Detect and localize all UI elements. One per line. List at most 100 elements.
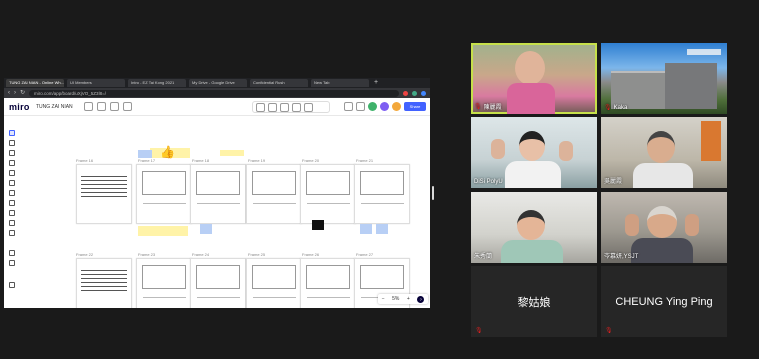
extension-icon[interactable] (412, 90, 417, 96)
browser-tab[interactable]: TUNG ZAI NIAN - Online Wh... (6, 79, 64, 87)
participant-video-tile[interactable]: 🎙 陳麗霞 (471, 43, 597, 114)
panel-icon[interactable] (9, 282, 15, 288)
participant-video-tile[interactable]: 黎姑娘 🎙 (471, 266, 597, 337)
frame-label: Frame 17 (138, 158, 156, 163)
template-tool-icon[interactable] (9, 140, 15, 146)
miro-canvas[interactable]: Frame 16 Frame 17 Frame 18 Frame 19 Fram… (20, 116, 430, 308)
participant-face (647, 206, 677, 238)
upload-icon[interactable] (97, 102, 106, 111)
back-icon[interactable]: ‹ (8, 88, 10, 98)
sticky-note[interactable] (138, 150, 152, 158)
storyboard-card[interactable] (136, 164, 192, 224)
participant-video-tile[interactable]: 🎙 Kaka (601, 43, 727, 114)
forward-icon[interactable]: › (14, 88, 16, 98)
browser-tab[interactable]: UI Members (67, 79, 125, 87)
browser-tab[interactable]: My Drive - Google Drive (189, 79, 247, 87)
redo-icon[interactable] (9, 260, 15, 266)
avatar[interactable] (392, 102, 401, 111)
select-tool-icon[interactable] (9, 130, 15, 136)
miro-logo: miro (9, 102, 30, 112)
connector-tool-icon[interactable] (9, 180, 15, 186)
reaction-icon[interactable] (356, 102, 365, 111)
frame-label: Frame 19 (248, 158, 266, 163)
participant-hand (625, 214, 639, 236)
participant-video-tile[interactable]: 吳麗霞 (601, 117, 727, 188)
avatar[interactable] (380, 102, 389, 111)
profile-icon[interactable] (421, 90, 426, 96)
miro-top-bar: miro TUNG ZAI NIAN Share (4, 98, 430, 116)
help-icon[interactable]: ? (417, 295, 425, 303)
timer-icon[interactable] (256, 102, 265, 112)
browser-tab[interactable]: Confidential Rush (250, 79, 308, 87)
storyboard-card[interactable] (300, 258, 356, 308)
participant-body (507, 83, 555, 114)
board-tools (84, 102, 132, 111)
zoom-out-icon[interactable]: − (382, 296, 385, 302)
more-icon[interactable] (304, 102, 313, 112)
sticky-note-tool-icon[interactable] (9, 160, 15, 166)
video-icon[interactable] (280, 102, 289, 112)
participant-video-tile[interactable]: 朱秀蘭 (471, 192, 597, 263)
storyboard-card[interactable] (300, 164, 356, 224)
export-icon[interactable] (110, 102, 119, 111)
frame-label: Frame 24 (192, 252, 210, 257)
participant-name-label: 🎙 陳麗霞 (474, 104, 502, 111)
pen-tool-icon[interactable] (9, 190, 15, 196)
shape-tool-icon[interactable] (9, 170, 15, 176)
storyboard-card[interactable] (76, 258, 132, 308)
sticky-note[interactable] (360, 224, 372, 234)
reload-icon[interactable]: ↻ (20, 88, 25, 98)
storyboard-card[interactable] (76, 164, 132, 224)
participant-face (515, 51, 545, 85)
storyboard-card[interactable] (246, 164, 302, 224)
black-note[interactable] (312, 220, 324, 230)
search-icon[interactable] (123, 102, 132, 111)
participant-hand (559, 141, 573, 161)
participant-video-tile[interactable]: CHEUNG Ying Ping 🎙 (601, 266, 727, 337)
presentation-icon[interactable] (292, 102, 301, 112)
more-tools-icon[interactable] (9, 230, 15, 236)
collab-tools (252, 101, 330, 113)
undo-icon[interactable] (9, 250, 15, 256)
participant-name-label: DiSi PolyU (474, 179, 503, 185)
participant-name: 黎姑娘 (517, 296, 551, 309)
sticky-note-strip[interactable] (138, 226, 188, 236)
miro-left-toolbar (6, 126, 18, 301)
browser-tab[interactable]: Intro - EZ Tai Kong 2021 (128, 79, 186, 87)
split-view-handle[interactable] (432, 186, 434, 200)
frame-tool-icon[interactable] (9, 210, 15, 216)
board-name[interactable]: TUNG ZAI NIAN (36, 104, 73, 110)
sticky-note[interactable] (376, 224, 388, 234)
comment-tool-icon[interactable] (9, 200, 15, 206)
share-button[interactable]: Share (404, 102, 426, 111)
zoom-in-icon[interactable]: + (407, 296, 410, 302)
storyboard-card[interactable] (190, 258, 246, 308)
zoom-controls: − 5% + ? (378, 294, 428, 304)
text-tool-icon[interactable] (9, 150, 15, 156)
avatar[interactable] (368, 102, 377, 111)
url-field[interactable]: miro.com/app/board/uXjVO_5Z3l8=/ (29, 89, 399, 97)
sticky-note[interactable] (220, 150, 244, 156)
frame-label: Frame 16 (76, 158, 94, 163)
settings-icon[interactable] (84, 102, 93, 111)
vote-icon[interactable] (268, 102, 277, 112)
thumbs-up-icon: 👍 (160, 145, 175, 159)
storyboard-card[interactable] (190, 164, 246, 224)
participant-hand (491, 139, 505, 159)
storyboard-card[interactable] (246, 258, 302, 308)
participant-name-label: 🎙 Kaka (604, 104, 628, 112)
participant-name: CHEUNG Ying Ping (615, 295, 713, 308)
browser-tab[interactable]: New Tab (311, 79, 369, 87)
building-image (665, 63, 717, 109)
participant-video-tile[interactable]: DiSi PolyU (471, 117, 597, 188)
frame-label: Frame 18 (192, 158, 210, 163)
frame-label: Frame 22 (76, 252, 94, 257)
participant-video-tile[interactable]: 岑慕妍,YSJT (601, 192, 727, 263)
new-tab-icon[interactable]: + (374, 79, 378, 87)
storyboard-card[interactable] (354, 164, 410, 224)
sticky-note[interactable] (200, 224, 212, 234)
upload-tool-icon[interactable] (9, 220, 15, 226)
storyboard-card[interactable] (136, 258, 192, 308)
cursor-icon[interactable] (344, 102, 353, 111)
extension-icon[interactable] (403, 90, 408, 96)
